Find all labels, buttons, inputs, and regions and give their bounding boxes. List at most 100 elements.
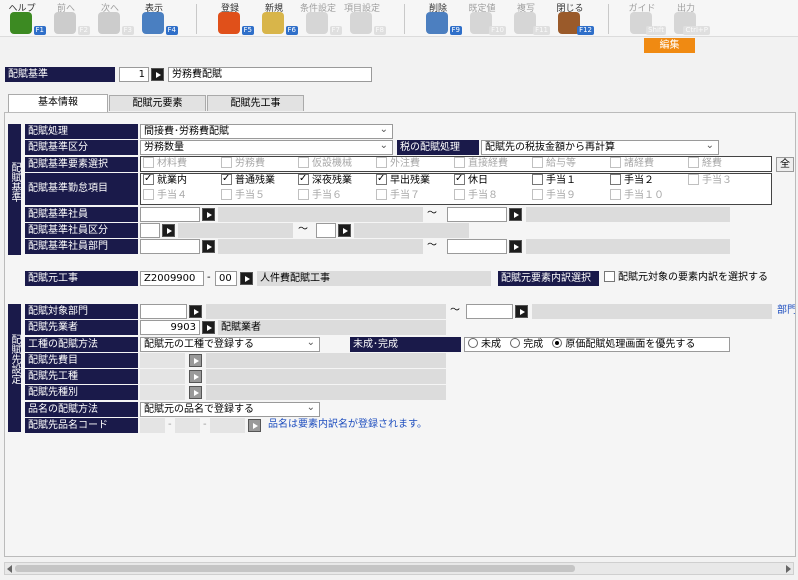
haifu-kijun-lookup-button[interactable] [151, 68, 164, 81]
new-doc-icon [262, 12, 284, 34]
kubun-select[interactable]: 労務数量 [140, 140, 393, 155]
shori-select[interactable]: 間接費･労務費配賦 [140, 124, 393, 139]
tab-kihon[interactable]: 基本情報 [8, 94, 108, 112]
bumon-suffix-link[interactable]: 部門 [777, 303, 795, 318]
youso-checkbox: 経費 [688, 157, 722, 171]
shain-to-input[interactable] [447, 207, 507, 222]
hinmei-code-1 [140, 418, 165, 433]
shain-to-lookup-button[interactable] [509, 208, 522, 221]
kinmu-checkbox-label: 手当９ [546, 190, 576, 201]
kinmu-checkbox-box[interactable] [298, 172, 309, 186]
scroll-left-arrow-icon[interactable] [7, 565, 12, 573]
gyousha-lookup-button[interactable] [202, 321, 215, 334]
shain-bumon-to-input[interactable] [447, 239, 507, 254]
shain-label: 配賦基準社員 [25, 207, 138, 222]
kinmu-checkbox[interactable]: 普通残業 [221, 172, 275, 188]
youso-checkbox-box [221, 157, 232, 168]
shain-bumon-to-name [526, 239, 730, 254]
radio-kansei-dot[interactable] [510, 338, 521, 348]
radio-yuusen[interactable]: 原価配賦処理画面を優先する [552, 338, 695, 350]
bumon-to-name [532, 304, 772, 319]
radio-mikansei[interactable]: 未成 [468, 338, 501, 350]
uchiwake-label: 配賦元要素内訳選択 [498, 271, 599, 286]
saki-section-text: 配賦先設定 [9, 334, 20, 384]
youso-checkbox-label: 仮設機械 [312, 158, 352, 169]
toolbar-button-ok[interactable]: 登録 F5 [208, 0, 254, 37]
haifu-kijun-name-input[interactable]: 労務費配賦 [168, 67, 372, 82]
zei-select[interactable]: 配賦先の税抜金額から再計算 [481, 140, 719, 155]
horizontal-scrollbar[interactable] [4, 562, 794, 575]
kinmu-label: 配賦基準勤怠項目 [25, 173, 138, 205]
kinmu-checkbox-box[interactable] [454, 172, 465, 186]
radio-yuusen-dot[interactable] [552, 338, 563, 348]
tab-saki-kouji[interactable]: 配賦先工事 [207, 95, 304, 111]
radio-kansei[interactable]: 完成 [510, 338, 543, 350]
moto-kouji-dash: - [207, 272, 211, 283]
youso-checkbox: 材料費 [143, 157, 187, 171]
toolbar-button-help[interactable]: ヘルプ F1 [0, 0, 46, 37]
kinmu-checkbox[interactable]: 手当２ [610, 174, 654, 188]
toolbar: ヘルプ F1 前へ F2 次へ F3 表示 F4 登録 F5 新規 F6 条件設定 F7 項目設定 F8 削除 F… [0, 0, 798, 37]
shain-kubun-from-lookup-button[interactable] [162, 224, 175, 237]
shain-bumon-from-name [218, 239, 423, 254]
shain-from-input[interactable] [140, 207, 200, 222]
kinmu-checkbox[interactable]: 手当１ [532, 174, 576, 188]
radio-mikansei-dot[interactable] [468, 338, 478, 348]
shain-kubun-to-input[interactable] [316, 223, 336, 238]
haifu-kijun-code-input[interactable]: 1 [119, 67, 149, 82]
tab-moto-youso[interactable]: 配賦元要素 [109, 95, 206, 111]
moto-kouji-code-input[interactable]: Z2009900 [140, 271, 204, 286]
shain-kubun-from-input[interactable] [140, 223, 160, 238]
kinmu-checkbox-box [688, 174, 699, 185]
shain-kubun-tilde: ～ [298, 224, 308, 235]
kinmu-checkbox[interactable]: 深夜残業 [298, 172, 352, 188]
toolbar-button-search[interactable]: 表示 F4 [132, 0, 178, 37]
kinmu-checkbox-box[interactable] [532, 174, 543, 185]
uchiwake-checkbox[interactable]: 配賦元対象の要素内訳を選択する [604, 271, 768, 285]
kijun-section-label: 配賦基準 [8, 124, 21, 255]
shain-bumon-from-lookup-button[interactable] [202, 240, 215, 253]
kinmu-checkbox-label: 手当５ [235, 190, 265, 201]
shain-bumon-to-lookup-button[interactable] [509, 240, 522, 253]
kinmu-checkbox[interactable]: 早出残業 [376, 172, 430, 188]
moto-kouji-lookup-button[interactable] [240, 272, 253, 285]
kinmu-checkbox-label: 休日 [468, 175, 488, 186]
all-button[interactable]: 全 [776, 157, 794, 172]
kinmu-checkbox-label: 早出残業 [390, 175, 430, 186]
fkey-badge: F8 [373, 26, 386, 35]
bumon-from-input[interactable] [140, 304, 187, 319]
koushu-select[interactable]: 配賦元の工種で登録する [140, 337, 320, 352]
youso-checkbox-box [454, 157, 465, 168]
hiyou-lookup-button [189, 354, 202, 367]
toolbar-button-new-doc[interactable]: 新規 F6 [252, 0, 298, 37]
toolbar-button-trash[interactable]: 削除 F9 [416, 0, 462, 37]
shain-kubun-to-lookup-button[interactable] [338, 224, 351, 237]
saki-section-label: 配賦先設定 [8, 304, 21, 432]
next-icon [98, 12, 120, 34]
kinmu-checkbox-box[interactable] [221, 172, 232, 186]
shain-bumon-from-input[interactable] [140, 239, 200, 254]
kinmu-checkbox-box[interactable] [610, 174, 621, 185]
toolbar-button-door[interactable]: 閉じる F12 [548, 0, 594, 37]
shain-from-lookup-button[interactable] [202, 208, 215, 221]
bumon-to-input[interactable] [466, 304, 513, 319]
kinmu-checkbox-box[interactable] [376, 172, 387, 186]
kinmu-checkbox-label: 手当８ [468, 190, 498, 201]
youso-checkbox: 労務費 [221, 157, 265, 171]
kinmu-checkbox-box[interactable] [143, 172, 154, 186]
gyousha-code-input[interactable]: 9903 [140, 320, 200, 335]
toolbar-button-default: 既定値 F10 [460, 0, 506, 37]
hinmei-select[interactable]: 配賦元の品名で登録する [140, 402, 320, 417]
bumon-from-lookup-button[interactable] [189, 305, 202, 318]
hinmei-code-dash-2: - [203, 419, 207, 430]
kinmu-checkbox[interactable]: 休日 [454, 172, 488, 188]
uchiwake-checkbox-box[interactable] [604, 271, 615, 282]
bumon-to-lookup-button[interactable] [515, 305, 528, 318]
mikansei-label: 未成･完成 [350, 337, 461, 352]
shain-kubun-to-name [354, 223, 469, 238]
scrollbar-thumb[interactable] [15, 565, 575, 572]
moto-kouji-sub-input[interactable]: 00 [215, 271, 237, 286]
moto-kouji-name: 人件費配賦工事 [257, 271, 491, 286]
kinmu-checkbox[interactable]: 就業内 [143, 172, 187, 188]
scroll-right-arrow-icon[interactable] [786, 565, 791, 573]
